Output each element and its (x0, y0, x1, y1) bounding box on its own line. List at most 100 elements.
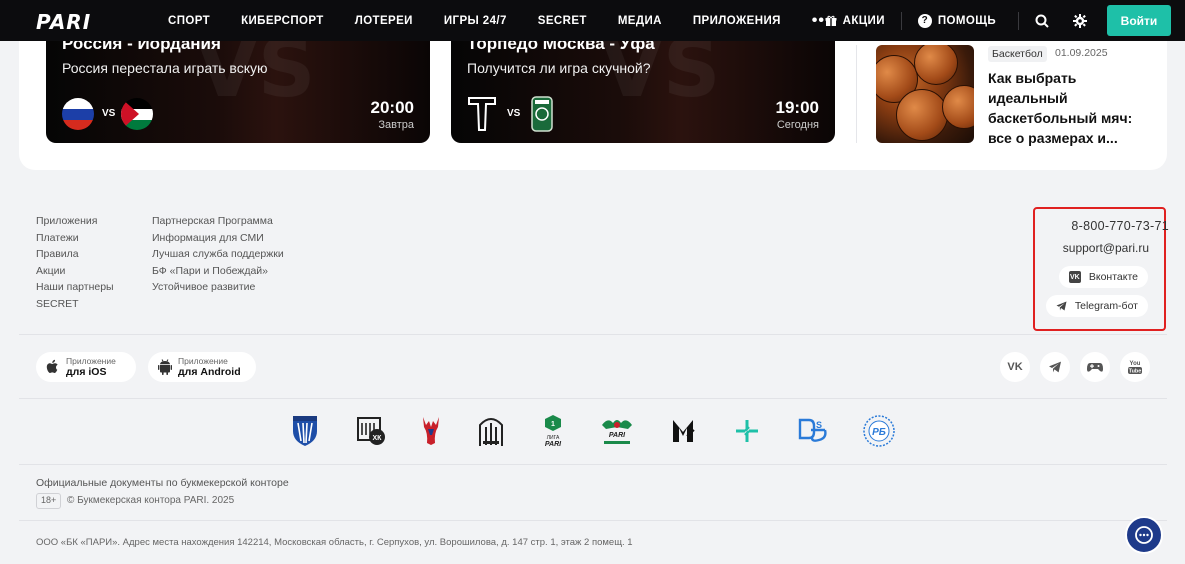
vs-label: VS (102, 108, 116, 119)
vk-contact-button[interactable]: VK Вконтакте (1058, 266, 1148, 288)
partner-logo-ms-icon[interactable]: S (796, 414, 830, 448)
vs-label: VS (507, 108, 521, 119)
pari-logo[interactable]: PARI (36, 10, 91, 34)
footer-link-partners[interactable]: Наши партнеры (36, 279, 114, 296)
footer-link-secret[interactable]: SECRET (36, 296, 114, 313)
russia-flag-icon (62, 98, 94, 130)
footer-link-apps[interactable]: Приложения (36, 213, 114, 230)
svg-text:S: S (816, 420, 822, 430)
footer-link-affiliate[interactable]: Партнерская Программа (152, 213, 284, 230)
footer-link-promo[interactable]: Акции (36, 263, 114, 280)
footer-links-col1: Приложения Платежи Правила Акции Наши па… (36, 213, 114, 312)
legal-address: ООО «БК «ПАРИ». Адрес места нахождения 1… (36, 537, 633, 548)
nav-lottery[interactable]: ЛОТЕРЕИ (355, 15, 413, 27)
nav-sport[interactable]: СПОРТ (168, 15, 210, 27)
svg-text:Tube: Tube (1129, 369, 1142, 375)
gear-icon[interactable] (1073, 13, 1087, 28)
app-ios-caption: Приложение (66, 356, 116, 366)
header-actions: АКЦИИ ? ПОМОЩЬ Войти (825, 0, 1185, 41)
basketball-image[interactable] (876, 45, 974, 143)
partner-logo-shield-icon[interactable] (288, 414, 322, 448)
app-android-text: Приложение для Android (178, 356, 241, 378)
telegram-bot-button[interactable]: Telegram-бот (1045, 295, 1148, 317)
footer-link-charity[interactable]: БФ «Пари и Побеждай» (152, 263, 284, 280)
svg-text:ХК: ХК (373, 435, 383, 442)
copyright-text: © Букмекерская контора PARI. 2025 (67, 495, 235, 506)
match-time: 20:00 (370, 98, 414, 117)
partner-logo-league-icon[interactable] (666, 414, 700, 448)
news-title[interactable]: Как выбрать идеальный баскетбольный мяч:… (988, 68, 1158, 148)
news-divider (856, 45, 857, 143)
vk-social-icon[interactable]: VK (1000, 352, 1030, 382)
match-day: Завтра (378, 119, 414, 131)
nav-apps[interactable]: ПРИЛОЖЕНИЯ (693, 15, 781, 27)
ufa-logo-icon (531, 96, 553, 132)
svg-text:1: 1 (551, 421, 555, 428)
android-icon (158, 359, 172, 375)
help-button[interactable]: ? ПОМОЩЬ (917, 13, 996, 28)
match-subtitle: Россия перестала играть вскую (62, 60, 268, 76)
telegram-icon (1056, 301, 1067, 311)
nav-esport[interactable]: КИБЕРСПОРТ (241, 15, 324, 27)
partner-logo-rb-icon[interactable]: РБ (862, 414, 896, 448)
app-android-title: для Android (178, 366, 241, 378)
partner-logo-cross-icon[interactable] (730, 414, 764, 448)
official-docs-link[interactable]: Официальные документы по букмекерской ко… (36, 477, 289, 489)
support-phone[interactable]: 8-800-770-73-71 (1071, 219, 1169, 233)
header-separator (900, 11, 902, 30)
login-button[interactable]: Войти (1107, 5, 1171, 36)
basketball-ball (914, 45, 958, 85)
promo-label: АКЦИИ (842, 14, 885, 27)
news-category-tag[interactable]: Баскетбол (988, 46, 1047, 62)
search-icon[interactable] (1035, 14, 1049, 28)
vk-icon: VK (1068, 271, 1081, 283)
svg-text:You: You (1130, 361, 1141, 367)
chat-support-button[interactable] (1125, 516, 1163, 554)
footer-link-support[interactable]: Лучшая служба поддержки (152, 246, 284, 263)
match-time: 19:00 (775, 98, 819, 117)
help-icon: ? (917, 13, 932, 28)
header-separator (1018, 11, 1019, 30)
match-day: Сегодня (776, 119, 819, 131)
youtube-social-icon[interactable]: You Tube (1120, 352, 1150, 382)
nav-games[interactable]: ИГРЫ 24/7 (444, 15, 507, 27)
gamepad-social-icon[interactable] (1080, 352, 1110, 382)
app-ios-text: Приложение для iOS (66, 356, 116, 378)
svg-text:PARI: PARI (545, 441, 562, 448)
footer-divider (19, 398, 1167, 399)
footer-link-payments[interactable]: Платежи (36, 230, 114, 247)
nav-secret[interactable]: SECRET (538, 15, 587, 27)
gift-icon (825, 15, 837, 26)
telegram-social-icon[interactable] (1040, 352, 1070, 382)
footer-divider (19, 520, 1167, 521)
app-android-caption: Приложение (178, 356, 228, 366)
torpedo-logo-icon (468, 97, 496, 131)
footer-link-sustainability[interactable]: Устойчивое развитие (152, 279, 284, 296)
nav-media[interactable]: МЕДИА (618, 15, 662, 27)
basketball-ball (896, 89, 948, 141)
footer-link-press[interactable]: Информация для СМИ (152, 230, 284, 247)
help-label: ПОМОЩЬ (937, 14, 996, 27)
main-nav: СПОРТ КИБЕРСПОРТ ЛОТЕРЕИ ИГРЫ 24/7 SECRE… (168, 0, 832, 41)
svg-text:РБ: РБ (872, 427, 886, 438)
app-ios-button[interactable]: Приложение для iOS (36, 352, 136, 382)
jordan-flag-icon (121, 98, 153, 130)
apple-icon (46, 359, 58, 373)
top-header: PARI СПОРТ КИБЕРСПОРТ ЛОТЕРЕИ ИГРЫ 24/7 … (0, 0, 1185, 41)
partner-logo-dynamo-icon[interactable] (474, 414, 508, 448)
partner-logo-fighting-icon[interactable]: PARI (598, 414, 636, 448)
partner-logo-pari-nn-icon[interactable]: 1 ЛИГА PARI (536, 414, 570, 448)
support-email[interactable]: support@pari.ru (1063, 241, 1149, 255)
footer-link-rules[interactable]: Правила (36, 246, 114, 263)
svg-text:PARI: PARI (609, 432, 626, 439)
partner-logo-hockey-icon[interactable]: ХК (354, 414, 388, 448)
vk-contact-label: Вконтакте (1088, 271, 1138, 283)
footer-divider (19, 464, 1167, 465)
partner-logo-deer-icon[interactable] (414, 414, 448, 448)
chat-bubble-icon (1135, 526, 1153, 544)
app-android-button[interactable]: Приложение для Android (148, 352, 256, 382)
app-ios-title: для iOS (66, 366, 107, 378)
promo-button[interactable]: АКЦИИ (825, 15, 885, 27)
telegram-bot-label: Telegram-бот (1074, 300, 1138, 312)
age-badge: 18+ (36, 493, 62, 509)
